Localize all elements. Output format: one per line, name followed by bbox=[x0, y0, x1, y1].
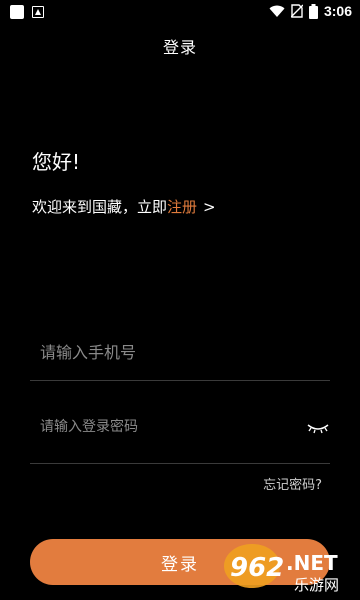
password-field-container bbox=[30, 394, 330, 464]
watermark-number: 962 bbox=[230, 553, 284, 583]
no-sim-icon bbox=[290, 4, 303, 18]
welcome-prefix: 欢迎来到国藏，立即 bbox=[32, 198, 168, 216]
app-notification-icon bbox=[32, 6, 44, 18]
greeting-text: 您好! bbox=[32, 150, 81, 174]
chevron-right-icon[interactable]: > bbox=[203, 198, 216, 216]
watermark-suffix: .NET bbox=[286, 551, 338, 575]
status-time: 3:06 bbox=[323, 3, 352, 19]
eye-closed-icon[interactable] bbox=[306, 420, 330, 436]
forgot-password-link[interactable]: 忘记密码? bbox=[263, 474, 322, 493]
phone-field-container bbox=[30, 322, 330, 382]
phone-input[interactable] bbox=[38, 322, 292, 382]
login-button-label: 登录 bbox=[161, 554, 199, 575]
app-square-icon bbox=[10, 5, 24, 19]
status-bar: 3:06 bbox=[0, 0, 360, 24]
page-title: 登录 bbox=[162, 38, 197, 57]
password-input[interactable] bbox=[38, 394, 292, 459]
wifi-icon bbox=[269, 5, 285, 17]
welcome-text: 欢迎来到国藏，立即注册 > bbox=[32, 196, 216, 217]
watermark-site-name: 乐游网 bbox=[294, 576, 339, 594]
site-watermark-logo: 962 .NET 乐游网 bbox=[224, 544, 339, 594]
battery-icon bbox=[308, 3, 318, 19]
register-link[interactable]: 注册 bbox=[167, 198, 197, 216]
